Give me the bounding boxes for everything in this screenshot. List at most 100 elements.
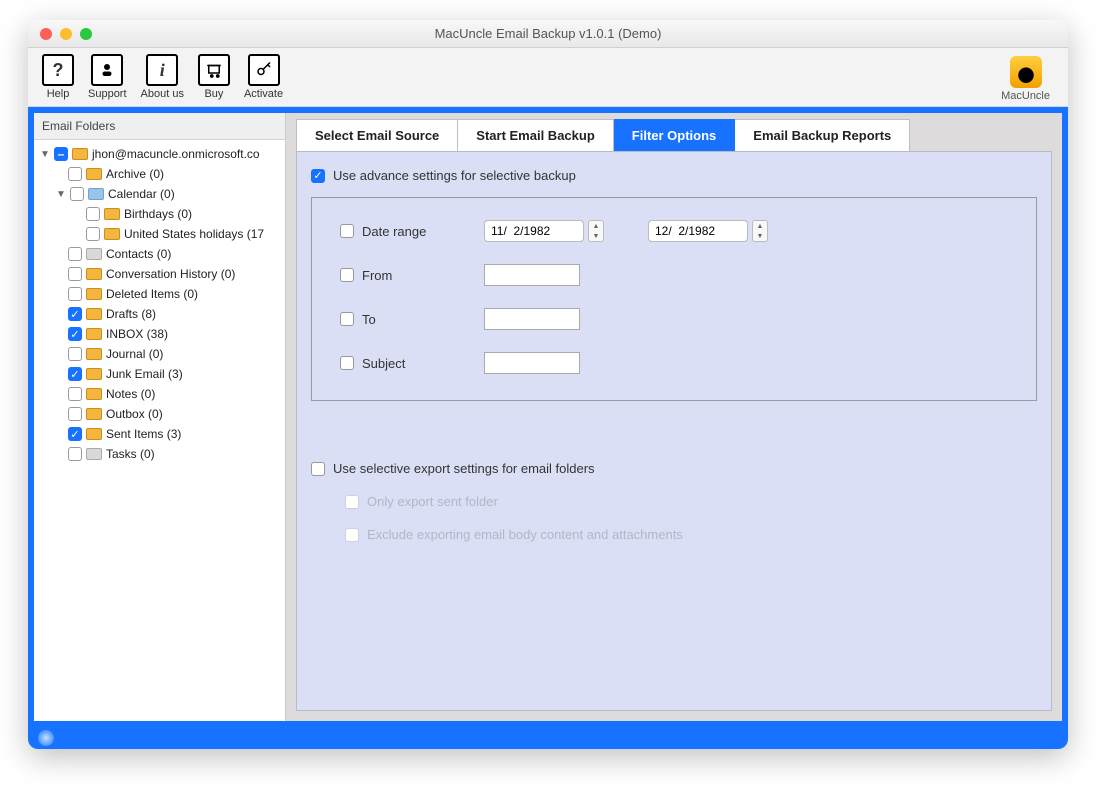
minimize-icon[interactable] — [60, 28, 72, 40]
date-from-input[interactable] — [484, 220, 584, 242]
from-input[interactable] — [484, 264, 580, 286]
subject-checkbox[interactable] — [340, 356, 354, 370]
status-icon — [38, 730, 54, 746]
tree-root[interactable]: ▼ jhon@macuncle.onmicrosoft.co — [40, 144, 283, 164]
item-label: Contacts (0) — [106, 247, 171, 261]
item-label: Calendar (0) — [108, 187, 175, 201]
tree-item[interactable]: Deleted Items (0) — [40, 284, 283, 304]
tree-item[interactable]: Notes (0) — [40, 384, 283, 404]
subject-input[interactable] — [484, 352, 580, 374]
exclude-label: Exclude exporting email body content and… — [367, 527, 683, 542]
filter-group: Date range ▲▼ ▲▼ — [311, 197, 1037, 401]
support-icon — [91, 54, 123, 86]
item-label: Outbox (0) — [106, 407, 163, 421]
from-checkbox[interactable] — [340, 268, 354, 282]
selective-checkbox[interactable] — [311, 462, 325, 476]
tree-item[interactable]: Journal (0) — [40, 344, 283, 364]
brand: MacUncle — [1001, 56, 1050, 102]
tree-item[interactable]: Contacts (0) — [40, 244, 283, 264]
item-checkbox[interactable] — [68, 267, 82, 281]
tree-item[interactable]: Outbox (0) — [40, 404, 283, 424]
support-label: Support — [88, 88, 127, 100]
tree-item[interactable]: Junk Email (3) — [40, 364, 283, 384]
item-checkbox[interactable] — [86, 207, 100, 221]
cart-icon — [198, 54, 230, 86]
caret-down-icon[interactable]: ▼ — [40, 149, 50, 160]
item-checkbox[interactable] — [68, 327, 82, 341]
tree-item[interactable]: United States holidays (17 — [40, 224, 283, 244]
help-button[interactable]: ? Help — [42, 54, 74, 100]
tree-item[interactable]: ▼ Calendar (0) — [40, 184, 283, 204]
item-checkbox[interactable] — [70, 187, 84, 201]
item-checkbox[interactable] — [68, 427, 82, 441]
sidebar-header: Email Folders — [34, 113, 285, 140]
exclude-row: Exclude exporting email body content and… — [345, 527, 1037, 542]
tab-filter-options[interactable]: Filter Options — [614, 119, 736, 151]
content-area: Email Folders ▼ jhon@macuncle.onmicrosof… — [28, 107, 1068, 727]
aboutus-button[interactable]: i About us — [141, 54, 184, 100]
item-checkbox[interactable] — [68, 407, 82, 421]
folder-tree: ▼ jhon@macuncle.onmicrosoft.co Archive (… — [34, 140, 285, 468]
item-label: Notes (0) — [106, 387, 155, 401]
advance-checkbox[interactable] — [311, 169, 325, 183]
only-sent-row: Only export sent folder — [345, 494, 1037, 509]
from-row: From — [340, 264, 1008, 286]
tree-item[interactable]: Conversation History (0) — [40, 264, 283, 284]
item-checkbox[interactable] — [68, 307, 82, 321]
aboutus-label: About us — [141, 88, 184, 100]
item-label: INBOX (38) — [106, 327, 168, 341]
tree-item[interactable]: Tasks (0) — [40, 444, 283, 464]
from-label: From — [362, 268, 392, 283]
item-checkbox[interactable] — [68, 167, 82, 181]
folder-icon — [104, 208, 120, 220]
close-icon[interactable] — [40, 28, 52, 40]
tab-backup-reports[interactable]: Email Backup Reports — [735, 119, 910, 151]
window-title: MacUncle Email Backup v1.0.1 (Demo) — [28, 26, 1068, 41]
date-from-stepper[interactable]: ▲▼ — [588, 220, 604, 242]
tree-item[interactable]: INBOX (38) — [40, 324, 283, 344]
item-checkbox[interactable] — [68, 247, 82, 261]
date-to-stepper[interactable]: ▲▼ — [752, 220, 768, 242]
item-checkbox[interactable] — [68, 387, 82, 401]
item-checkbox[interactable] — [68, 287, 82, 301]
to-row: To — [340, 308, 1008, 330]
item-checkbox[interactable] — [68, 447, 82, 461]
tree-item[interactable]: Birthdays (0) — [40, 204, 283, 224]
item-checkbox[interactable] — [86, 227, 100, 241]
date-range-checkbox[interactable] — [340, 224, 354, 238]
tree-item[interactable]: Archive (0) — [40, 164, 283, 184]
to-input[interactable] — [484, 308, 580, 330]
calendar-icon — [88, 188, 104, 200]
exclude-checkbox — [345, 528, 359, 542]
subject-row: Subject — [340, 352, 1008, 374]
advance-settings-row: Use advance settings for selective backu… — [311, 168, 1037, 183]
tab-start-backup[interactable]: Start Email Backup — [458, 119, 614, 151]
folder-icon — [86, 288, 102, 300]
tree-item[interactable]: Drafts (8) — [40, 304, 283, 324]
caret-down-icon[interactable]: ▼ — [56, 189, 66, 200]
toolbar: ? Help Support i About us Buy Activate — [28, 48, 1068, 107]
statusbar — [28, 727, 1068, 749]
folder-icon — [72, 148, 88, 160]
selective-section: Use selective export settings for email … — [311, 461, 1037, 542]
buy-button[interactable]: Buy — [198, 54, 230, 100]
brand-name: MacUncle — [1001, 90, 1050, 102]
item-label: United States holidays (17 — [124, 227, 264, 241]
item-checkbox[interactable] — [68, 367, 82, 381]
tab-select-source[interactable]: Select Email Source — [296, 119, 458, 151]
item-label: Sent Items (3) — [106, 427, 181, 441]
key-icon — [248, 54, 280, 86]
item-checkbox[interactable] — [68, 347, 82, 361]
date-to-input[interactable] — [648, 220, 748, 242]
zoom-icon[interactable] — [80, 28, 92, 40]
support-button[interactable]: Support — [88, 54, 127, 100]
root-checkbox[interactable] — [54, 147, 68, 161]
to-checkbox[interactable] — [340, 312, 354, 326]
app-window: MacUncle Email Backup v1.0.1 (Demo) ? He… — [28, 20, 1068, 749]
tabbar: Select Email Source Start Email Backup F… — [296, 119, 1052, 151]
subject-label: Subject — [362, 356, 405, 371]
only-sent-label: Only export sent folder — [367, 494, 498, 509]
folder-icon — [86, 268, 102, 280]
activate-button[interactable]: Activate — [244, 54, 283, 100]
tree-item[interactable]: Sent Items (3) — [40, 424, 283, 444]
